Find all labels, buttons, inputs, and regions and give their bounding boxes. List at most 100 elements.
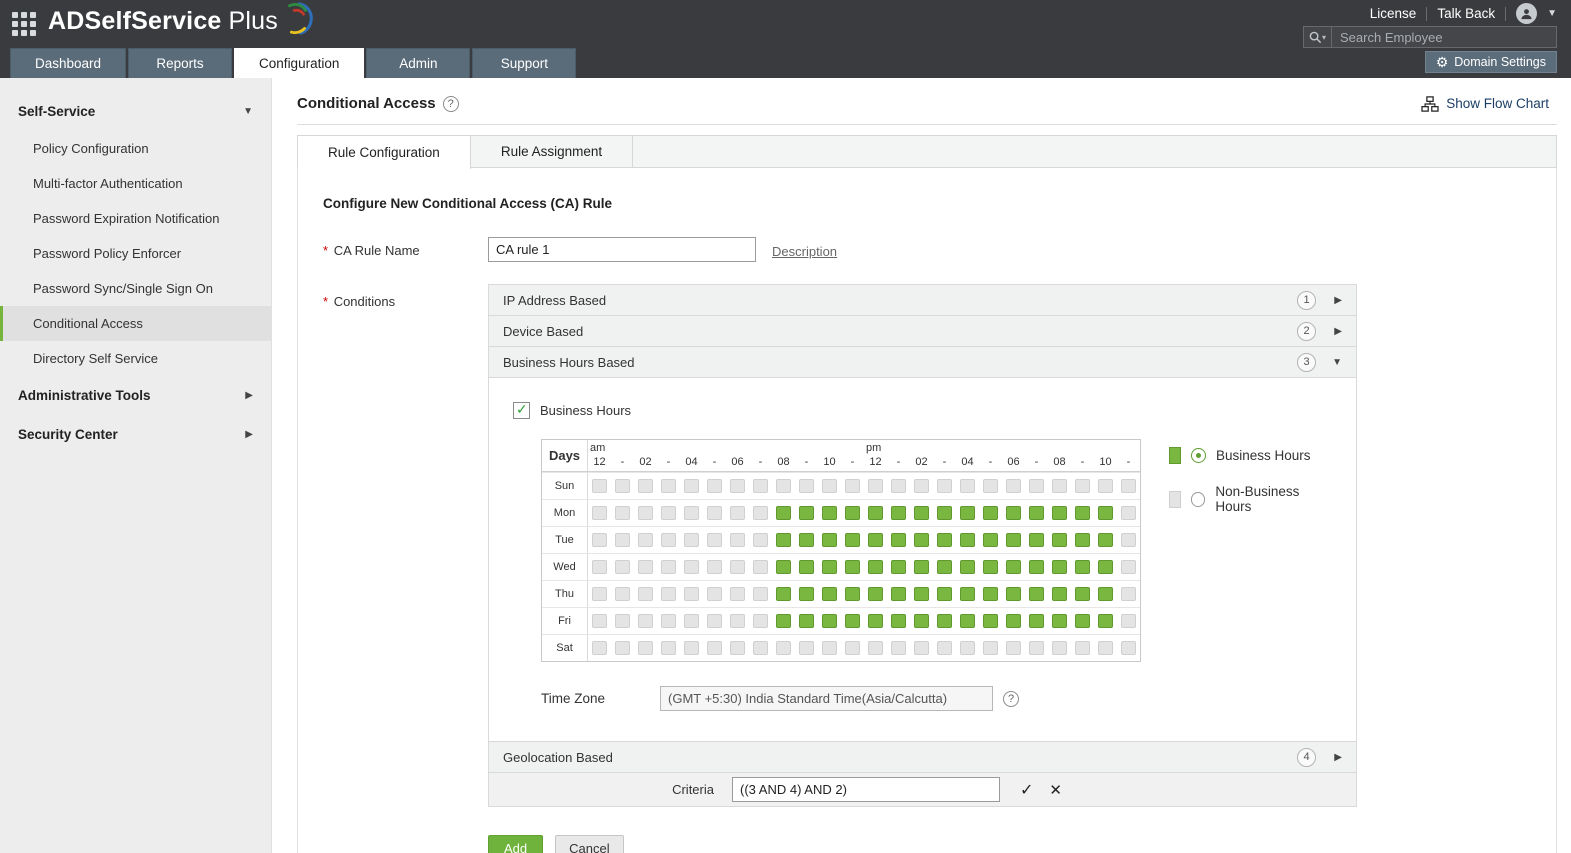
hour-cell-sun-13[interactable] xyxy=(891,479,906,493)
chevron-right-icon[interactable]: ▶ xyxy=(1316,752,1342,763)
hour-cell-fri-10[interactable] xyxy=(822,614,837,628)
hour-cell-sun-16[interactable] xyxy=(960,479,975,493)
sidebar-section-self-service[interactable]: Self-Service▼ xyxy=(0,92,271,131)
hour-cell-tue-1[interactable] xyxy=(615,533,630,547)
hour-cell-thu-18[interactable] xyxy=(1006,587,1021,601)
hour-cell-sun-5[interactable] xyxy=(707,479,722,493)
hour-cell-thu-20[interactable] xyxy=(1052,587,1067,601)
hour-cell-fri-12[interactable] xyxy=(868,614,883,628)
apply-criteria-icon[interactable]: ✓ xyxy=(1020,780,1033,800)
hour-cell-thu-19[interactable] xyxy=(1029,587,1044,601)
time-zone-help-icon[interactable]: ? xyxy=(1003,691,1019,707)
hour-cell-wed-10[interactable] xyxy=(822,560,837,574)
hour-cell-sat-1[interactable] xyxy=(615,641,630,655)
hour-cell-thu-22[interactable] xyxy=(1098,587,1113,601)
hour-cell-mon-12[interactable] xyxy=(868,506,883,520)
tab-rule-configuration[interactable]: Rule Configuration xyxy=(298,136,471,169)
hour-cell-tue-17[interactable] xyxy=(983,533,998,547)
hour-cell-fri-2[interactable] xyxy=(638,614,653,628)
hour-cell-fri-23[interactable] xyxy=(1121,614,1136,628)
hour-cell-tue-22[interactable] xyxy=(1098,533,1113,547)
non-business-hours-radio[interactable] xyxy=(1191,492,1206,507)
nav-tab-reports[interactable]: Reports xyxy=(128,48,232,78)
hour-cell-sun-15[interactable] xyxy=(937,479,952,493)
hour-cell-sun-19[interactable] xyxy=(1029,479,1044,493)
hour-cell-fri-5[interactable] xyxy=(707,614,722,628)
hour-cell-sat-4[interactable] xyxy=(684,641,699,655)
hour-cell-thu-2[interactable] xyxy=(638,587,653,601)
hour-cell-sat-22[interactable] xyxy=(1098,641,1113,655)
hour-cell-wed-12[interactable] xyxy=(868,560,883,574)
hour-cell-mon-23[interactable] xyxy=(1121,506,1136,520)
hour-cell-sat-13[interactable] xyxy=(891,641,906,655)
chevron-right-icon[interactable]: ▶ xyxy=(1316,295,1342,306)
hour-cell-sat-5[interactable] xyxy=(707,641,722,655)
sidebar-section-administrative-tools[interactable]: Administrative Tools▶ xyxy=(0,376,271,415)
hour-cell-wed-6[interactable] xyxy=(730,560,745,574)
hour-cell-mon-0[interactable] xyxy=(592,506,607,520)
user-avatar-icon[interactable] xyxy=(1516,3,1537,24)
accordion-device-based[interactable]: Device Based 2 ▶ xyxy=(488,315,1357,347)
hour-cell-tue-14[interactable] xyxy=(914,533,929,547)
hour-cell-wed-0[interactable] xyxy=(592,560,607,574)
sidebar-item-password-expiration-notification[interactable]: Password Expiration Notification xyxy=(0,201,271,236)
hour-cell-wed-17[interactable] xyxy=(983,560,998,574)
accordion-business-hours-based[interactable]: Business Hours Based 3 ▼ xyxy=(488,346,1357,378)
hour-cell-sat-16[interactable] xyxy=(960,641,975,655)
hour-cell-thu-10[interactable] xyxy=(822,587,837,601)
hour-cell-sun-12[interactable] xyxy=(868,479,883,493)
hour-cell-wed-8[interactable] xyxy=(776,560,791,574)
add-button[interactable]: Add xyxy=(488,835,543,853)
hour-cell-thu-13[interactable] xyxy=(891,587,906,601)
hour-cell-sat-23[interactable] xyxy=(1121,641,1136,655)
hour-cell-sun-1[interactable] xyxy=(615,479,630,493)
hour-cell-tue-23[interactable] xyxy=(1121,533,1136,547)
sidebar-item-directory-self-service[interactable]: Directory Self Service xyxy=(0,341,271,376)
hour-cell-sun-18[interactable] xyxy=(1006,479,1021,493)
hour-cell-fri-21[interactable] xyxy=(1075,614,1090,628)
business-hours-checkbox[interactable] xyxy=(513,402,530,419)
hour-cell-thu-11[interactable] xyxy=(845,587,860,601)
hour-cell-tue-4[interactable] xyxy=(684,533,699,547)
hour-cell-sat-8[interactable] xyxy=(776,641,791,655)
hour-cell-fri-13[interactable] xyxy=(891,614,906,628)
hour-cell-sat-17[interactable] xyxy=(983,641,998,655)
hour-cell-thu-5[interactable] xyxy=(707,587,722,601)
hour-cell-tue-5[interactable] xyxy=(707,533,722,547)
hour-cell-tue-15[interactable] xyxy=(937,533,952,547)
hour-cell-thu-14[interactable] xyxy=(914,587,929,601)
page-help-icon[interactable]: ? xyxy=(443,96,459,112)
hour-cell-mon-19[interactable] xyxy=(1029,506,1044,520)
hour-cell-tue-0[interactable] xyxy=(592,533,607,547)
sidebar-item-multi-factor-authentication[interactable]: Multi-factor Authentication xyxy=(0,166,271,201)
hour-cell-wed-7[interactable] xyxy=(753,560,768,574)
hour-cell-mon-3[interactable] xyxy=(661,506,676,520)
hour-cell-sun-17[interactable] xyxy=(983,479,998,493)
hour-cell-sun-4[interactable] xyxy=(684,479,699,493)
hour-cell-sun-10[interactable] xyxy=(822,479,837,493)
hour-cell-sat-0[interactable] xyxy=(592,641,607,655)
hour-cell-mon-14[interactable] xyxy=(914,506,929,520)
hour-cell-sat-9[interactable] xyxy=(799,641,814,655)
hour-cell-tue-10[interactable] xyxy=(822,533,837,547)
hour-cell-fri-20[interactable] xyxy=(1052,614,1067,628)
hour-cell-tue-7[interactable] xyxy=(753,533,768,547)
business-hours-radio[interactable] xyxy=(1191,448,1206,463)
sidebar-item-conditional-access[interactable]: Conditional Access xyxy=(0,306,271,341)
hour-cell-sat-2[interactable] xyxy=(638,641,653,655)
clear-criteria-icon[interactable]: ✕ xyxy=(1049,781,1062,799)
hour-cell-wed-20[interactable] xyxy=(1052,560,1067,574)
hour-cell-tue-19[interactable] xyxy=(1029,533,1044,547)
license-link[interactable]: License xyxy=(1370,6,1417,21)
accordion-geolocation-based[interactable]: Geolocation Based 4 ▶ xyxy=(488,741,1357,773)
hour-cell-sun-6[interactable] xyxy=(730,479,745,493)
apps-grid-icon[interactable] xyxy=(12,12,38,38)
hour-cell-thu-4[interactable] xyxy=(684,587,699,601)
hour-cell-sun-9[interactable] xyxy=(799,479,814,493)
domain-settings-button[interactable]: ⚙ Domain Settings xyxy=(1425,51,1557,73)
hour-cell-sun-20[interactable] xyxy=(1052,479,1067,493)
hour-cell-tue-16[interactable] xyxy=(960,533,975,547)
hour-cell-thu-8[interactable] xyxy=(776,587,791,601)
hour-cell-mon-1[interactable] xyxy=(615,506,630,520)
hour-cell-sat-10[interactable] xyxy=(822,641,837,655)
